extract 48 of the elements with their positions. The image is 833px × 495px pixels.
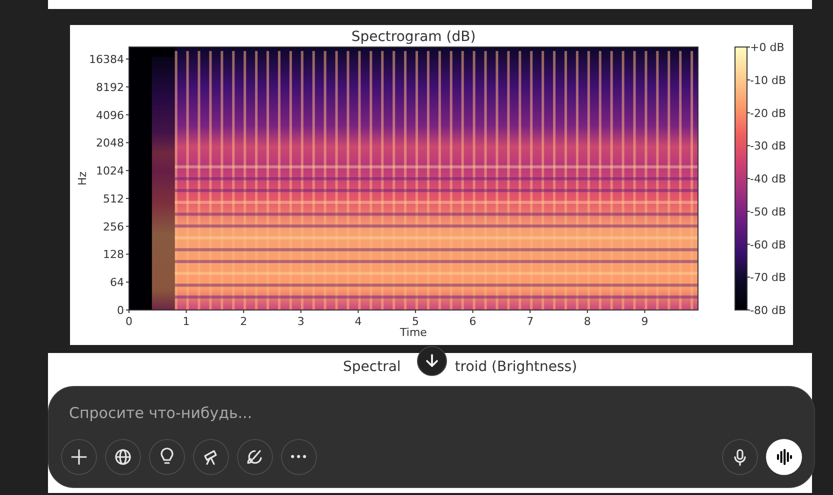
axis-tick-label: 8192 xyxy=(96,80,124,94)
axis-label: Hz xyxy=(76,171,89,186)
axis-tick-label: 1024 xyxy=(96,164,124,178)
axis-tick-label: 9 xyxy=(641,315,648,328)
colorbar-tick-label: -70 dB xyxy=(750,271,786,284)
colorbar-tick-label: +0 dB xyxy=(750,41,784,54)
colorbar-tick-label: -10 dB xyxy=(750,74,786,87)
axis-label: Time xyxy=(400,326,427,339)
colorbar-tick-label: -50 dB xyxy=(750,205,786,218)
add-button[interactable] xyxy=(61,439,97,475)
axis-tick-label: 16384 xyxy=(89,53,124,66)
axis-tick-label: 6 xyxy=(469,315,476,328)
chart-title: troid (Brightness) xyxy=(454,358,578,377)
axis-tick-label: 512 xyxy=(103,192,124,206)
axis-tick-label: 8 xyxy=(584,315,591,328)
dots-icon xyxy=(291,455,307,459)
axis-tick-label: 4096 xyxy=(96,108,124,122)
plus-icon xyxy=(69,447,89,467)
research-button[interactable] xyxy=(193,439,229,475)
voice-mode-button[interactable] xyxy=(766,439,802,475)
chart-title: Spectrogram (dB) xyxy=(351,29,476,45)
colorbar-tick-label: -20 dB xyxy=(750,106,786,120)
message-input[interactable]: Спросите что-нибудь... xyxy=(67,401,512,426)
axis-tick-label: 0 xyxy=(117,304,124,317)
axis-tick-label: 1 xyxy=(182,315,190,328)
axis-tick-label: 64 xyxy=(110,276,124,290)
colorbar-tick-label: -80 dB xyxy=(750,304,786,317)
scroll-down-button[interactable] xyxy=(417,346,447,376)
chart-title: Spectral xyxy=(343,358,401,377)
web-search-button[interactable] xyxy=(105,439,141,475)
axis-tick-label: 5 xyxy=(412,315,419,328)
colorbar-tick-label: -40 dB xyxy=(750,172,786,186)
axis-tick-label: 7 xyxy=(526,315,534,328)
think-button[interactable] xyxy=(149,439,185,475)
colorbar-tick-label: -30 dB xyxy=(750,140,786,153)
axis-tick-label: 256 xyxy=(103,220,124,234)
image-button[interactable] xyxy=(237,439,273,475)
sound-wave-icon xyxy=(774,447,794,467)
axis-tick-label: 4 xyxy=(354,315,362,328)
colorbar-tick-label: -60 dB xyxy=(750,238,786,252)
arrow-down-icon xyxy=(424,353,440,369)
axis-tick-label: 3 xyxy=(297,315,304,328)
axis-tick-label: 128 xyxy=(103,248,124,262)
axis-tick-label: 2 xyxy=(240,315,248,328)
microphone-button[interactable] xyxy=(722,439,758,475)
globe-icon xyxy=(113,447,133,467)
axis-tick-label: 2048 xyxy=(96,136,124,150)
axis-tick-label: 0 xyxy=(126,315,132,328)
